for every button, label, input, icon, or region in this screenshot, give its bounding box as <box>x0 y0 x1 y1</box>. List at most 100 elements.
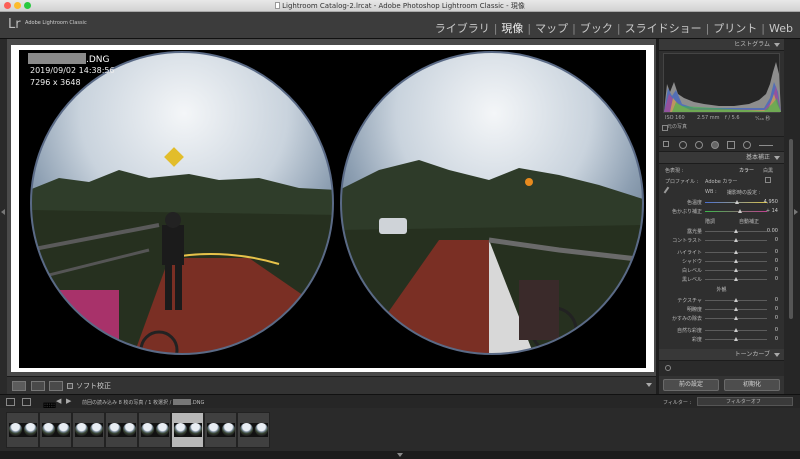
saturation-knob[interactable] <box>734 337 738 341</box>
reset-button[interactable]: 初期化 <box>724 379 780 391</box>
temperature-knob[interactable] <box>735 200 739 204</box>
saturation-slider[interactable] <box>705 337 767 341</box>
temperature-slider[interactable] <box>705 200 767 204</box>
whites-knob[interactable] <box>734 268 738 272</box>
dehaze-value[interactable]: 0 <box>775 315 778 321</box>
graduated-filter-icon[interactable] <box>727 141 735 149</box>
clarity-value[interactable]: 0 <box>775 306 778 312</box>
contrast-value[interactable]: 0 <box>775 237 778 243</box>
treatment-color[interactable]: カラー <box>739 167 754 174</box>
vibrance-knob[interactable] <box>734 328 738 332</box>
blacks-slider[interactable] <box>705 277 767 281</box>
before-after-swap-button[interactable] <box>49 381 63 391</box>
vibrance-slider[interactable] <box>705 328 767 332</box>
soft-proof-checkbox[interactable] <box>67 383 73 389</box>
main-window-icon[interactable] <box>6 398 15 406</box>
contrast-slider[interactable] <box>705 238 767 242</box>
tool-strip <box>659 136 784 152</box>
blacks-knob[interactable] <box>734 277 738 281</box>
filmstrip-thumbnail[interactable] <box>72 412 105 448</box>
module-slideshow[interactable]: スライドショー <box>622 20 705 36</box>
filmstrip-thumbnail[interactable] <box>6 412 39 448</box>
wb-eyedropper-icon[interactable] <box>663 186 674 197</box>
filmstrip-thumbnail[interactable] <box>237 412 270 448</box>
bottom-panel-toggle[interactable] <box>0 451 800 459</box>
red-eye-icon[interactable] <box>711 141 719 149</box>
tone-curve-header[interactable]: トーンカーブ <box>659 349 784 361</box>
module-web[interactable]: Web <box>766 22 796 35</box>
module-library[interactable]: ライブラリ <box>432 20 493 36</box>
wb-dropdown[interactable]: 撮影時の設定 : <box>727 189 760 196</box>
filmstrip-thumbnail[interactable] <box>105 412 138 448</box>
filmstrip-bar: ▦ ◀ ▶ 前回の読み込み 8 枚の写真 / 1 枚選択 /.DNG フィルター… <box>0 394 800 417</box>
texture-slider[interactable] <box>705 298 767 302</box>
collapse-right-arrow-icon[interactable] <box>794 209 798 215</box>
shadows-knob[interactable] <box>734 259 738 263</box>
redacted-selected-name <box>173 399 192 405</box>
tint-knob[interactable] <box>738 209 742 213</box>
texture-knob[interactable] <box>734 298 738 302</box>
filmstrip-thumbnail[interactable] <box>204 412 237 448</box>
shadows-value[interactable]: 0 <box>775 258 778 264</box>
forward-arrow-icon[interactable]: ▶ <box>66 397 71 405</box>
module-develop[interactable]: 現像 <box>498 20 526 36</box>
filmstrip-thumbnail[interactable] <box>171 412 204 448</box>
crop-tool-icon[interactable] <box>679 141 687 149</box>
loupe-view-button[interactable] <box>12 381 26 391</box>
target-adjust-icon[interactable] <box>665 365 671 371</box>
radial-filter-icon[interactable] <box>743 141 751 149</box>
right-panel-scrollbar[interactable] <box>784 39 800 394</box>
dehaze-knob[interactable] <box>734 316 738 320</box>
left-panel-toggle[interactable] <box>0 39 7 394</box>
clarity-knob[interactable] <box>734 307 738 311</box>
texture-value[interactable]: 0 <box>775 297 778 303</box>
blacks-value[interactable]: 0 <box>775 276 778 282</box>
filmstrip-thumbnail[interactable] <box>138 412 171 448</box>
module-map[interactable]: マップ <box>532 20 571 36</box>
original-photo-toggle[interactable]: 元の写真 <box>659 123 784 133</box>
main-photo[interactable]: .DNG 2019/09/02 14:38:56 7296 x 3648 <box>19 50 646 368</box>
adjustment-brush-icon[interactable] <box>759 145 773 146</box>
module-print[interactable]: プリント <box>710 20 760 36</box>
highlights-value[interactable]: 0 <box>775 249 778 255</box>
scrollbar-thumb[interactable] <box>789 139 793 319</box>
histogram-header[interactable]: ヒストグラム <box>659 39 784 51</box>
tint-slider[interactable] <box>705 209 767 213</box>
soft-proof-toggle[interactable]: ソフト校正 <box>67 381 111 391</box>
back-arrow-icon[interactable]: ◀ <box>56 397 61 405</box>
toolbar-menu-icon[interactable] <box>646 383 652 387</box>
tint-value[interactable]: + 14 <box>766 208 778 214</box>
saturation-value[interactable]: 0 <box>775 336 778 342</box>
filmstrip-source-info[interactable]: 前回の読み込み 8 枚の写真 / 1 枚選択 / .DNG <box>82 399 204 406</box>
temperature-value[interactable]: 4,950 <box>764 199 778 205</box>
tint-row: 色かぶり補正 + 14 <box>659 206 784 215</box>
info-overlay-filename: .DNG <box>28 53 110 65</box>
previous-settings-button[interactable]: 前の設定 <box>663 379 719 391</box>
filter-dropdown[interactable]: フィルターオフ <box>697 397 793 406</box>
highlights-slider[interactable] <box>705 250 767 254</box>
spot-removal-icon[interactable] <box>695 141 703 149</box>
shadows-slider[interactable] <box>705 259 767 263</box>
filmstrip-thumbnail[interactable] <box>39 412 72 448</box>
profile-dropdown[interactable]: Adobe カラー <box>705 178 737 185</box>
clarity-slider[interactable] <box>705 307 767 311</box>
exposure-slider[interactable] <box>705 229 767 233</box>
highlights-knob[interactable] <box>734 250 738 254</box>
histogram[interactable] <box>663 53 781 113</box>
exposure-value[interactable]: 0.00 <box>767 228 778 234</box>
tone-auto-button[interactable]: 自動補正 <box>739 218 759 225</box>
basic-panel-header[interactable]: 基本補正 <box>659 152 784 164</box>
exposure-knob[interactable] <box>734 229 738 233</box>
second-window-icon[interactable] <box>22 398 31 406</box>
vibrance-value[interactable]: 0 <box>775 327 778 333</box>
profile-browser-icon[interactable] <box>765 177 771 183</box>
contrast-knob[interactable] <box>734 238 738 242</box>
whites-value[interactable]: 0 <box>775 267 778 273</box>
dehaze-slider[interactable] <box>705 316 767 320</box>
grid-overlay-icon[interactable] <box>663 141 669 147</box>
before-after-button[interactable] <box>31 381 45 391</box>
treatment-bw[interactable]: 白黒 <box>763 167 773 174</box>
module-book[interactable]: ブック <box>577 20 616 36</box>
grid-view-icon[interactable]: ▦ <box>42 398 57 417</box>
whites-slider[interactable] <box>705 268 767 272</box>
